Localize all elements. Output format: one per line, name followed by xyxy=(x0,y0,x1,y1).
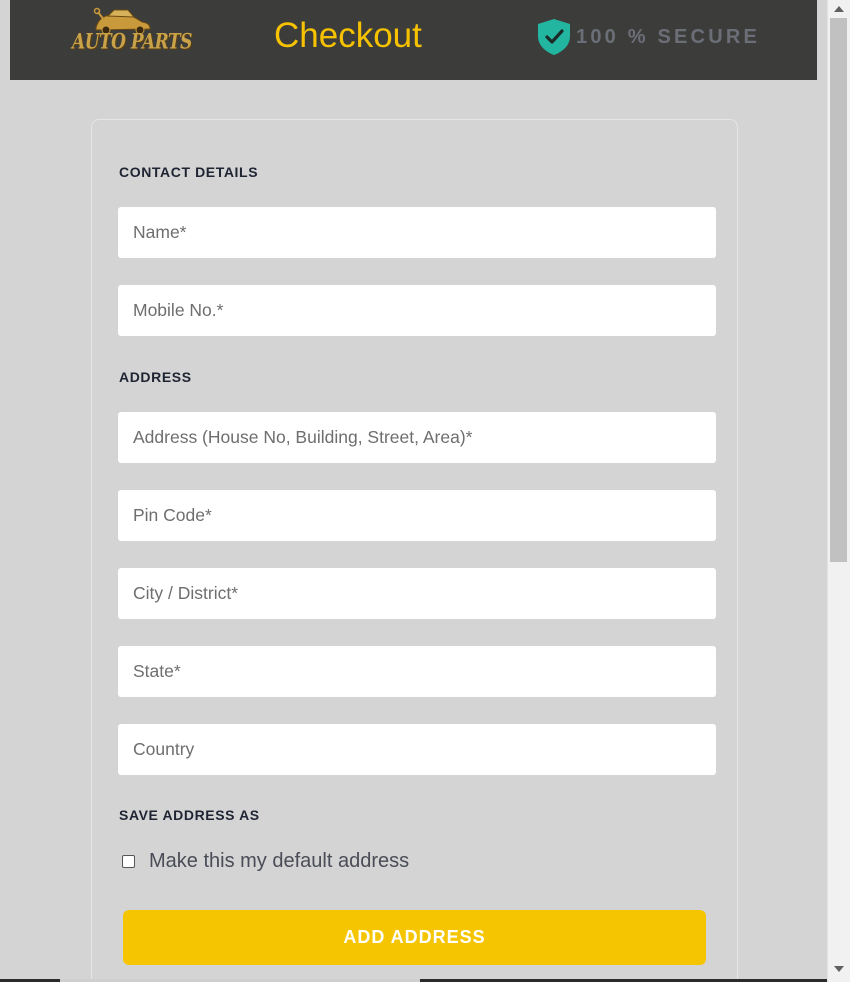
contact-details-heading: CONTACT DETAILS xyxy=(119,164,259,180)
default-address-row[interactable]: Make this my default address xyxy=(122,850,409,873)
logo[interactable]: AUTO PARTS xyxy=(70,6,192,62)
page: AUTO PARTS Checkout 100 % SECURE CONTACT… xyxy=(0,0,827,982)
shield-check-icon xyxy=(538,19,570,55)
scroll-thumb[interactable] xyxy=(830,18,847,562)
checkout-form-card: CONTACT DETAILS ADDRESS SAVE ADDRESS AS … xyxy=(91,119,738,982)
header-bar: AUTO PARTS Checkout 100 % SECURE xyxy=(10,0,817,80)
address-heading: ADDRESS xyxy=(119,369,192,385)
address-input[interactable] xyxy=(118,412,716,463)
secure-text: 100 % SECURE xyxy=(576,25,761,48)
page-title: Checkout xyxy=(274,16,422,55)
add-address-button[interactable]: ADD ADDRESS xyxy=(123,910,706,965)
scroll-down-arrow-icon[interactable] xyxy=(834,966,844,972)
vertical-scrollbar[interactable] xyxy=(827,0,850,982)
pincode-input[interactable] xyxy=(118,490,716,541)
scroll-up-arrow-icon[interactable] xyxy=(834,6,844,12)
save-address-as-heading: SAVE ADDRESS AS xyxy=(119,807,260,823)
logo-text: AUTO PARTS xyxy=(72,29,192,55)
city-input[interactable] xyxy=(118,568,716,619)
secure-badge: 100 % SECURE xyxy=(536,18,760,56)
name-input[interactable] xyxy=(118,207,716,258)
default-address-checkbox[interactable] xyxy=(122,855,135,868)
country-input[interactable] xyxy=(118,724,716,775)
state-input[interactable] xyxy=(118,646,716,697)
mobile-input[interactable] xyxy=(118,285,716,336)
default-address-label[interactable]: Make this my default address xyxy=(149,850,409,873)
